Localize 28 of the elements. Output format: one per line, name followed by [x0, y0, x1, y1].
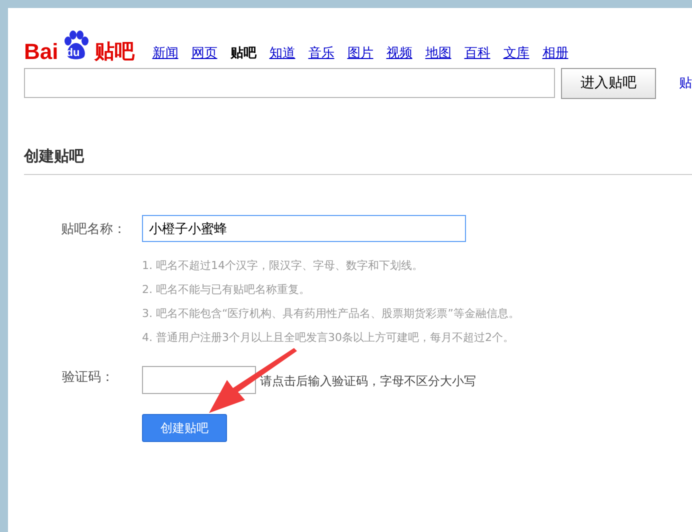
nav-link[interactable]: 音乐: [308, 44, 334, 62]
logo-text: 贴吧: [94, 40, 134, 64]
section-title: 创建贴吧: [24, 147, 692, 175]
captcha-hint: 请点击后输入验证码，字母不区分大小写: [260, 373, 476, 390]
enter-button[interactable]: 进入贴吧: [561, 68, 656, 98]
logo-badge-text: du: [66, 47, 80, 59]
nav-link[interactable]: 贴吧: [230, 44, 256, 62]
rule-text: 3. 吧名不能包含“医疗机构、具有药用性产品名、股票期货彩票”等金融信息。: [142, 306, 520, 322]
create-button[interactable]: 创建贴吧: [142, 414, 227, 442]
nav-link[interactable]: 相册: [542, 44, 568, 62]
name-input[interactable]: 小橙子小蜜蜂: [142, 215, 466, 242]
captcha-input[interactable]: [142, 366, 256, 394]
nav-link[interactable]: 文库: [503, 44, 530, 62]
nav-link[interactable]: 百科: [464, 44, 490, 62]
search-input[interactable]: [24, 68, 556, 98]
nav-link[interactable]: 图片: [347, 44, 374, 62]
logo-text: Bai: [24, 40, 58, 64]
rule-text: 1. 吧名不超过14个汉字，限汉字、字母、数字和下划线。: [142, 258, 424, 274]
nav-link[interactable]: 地图: [425, 44, 452, 62]
nav-link[interactable]: 知道: [269, 44, 296, 62]
rule-text: 2. 吧名不能与已有贴吧名称重复。: [142, 282, 311, 298]
rule-text: 4. 普通用户注册3个月以上且全吧发言30条以上方可建吧，每月不超过2个。: [142, 330, 515, 346]
nav-link[interactable]: 网页: [191, 44, 218, 62]
side-link[interactable]: 贴: [679, 74, 692, 92]
nav-link[interactable]: 新闻: [152, 44, 178, 62]
field-label: 验证码：: [61, 369, 115, 386]
field-label: 贴吧名称：: [60, 220, 126, 238]
nav-link[interactable]: 视频: [386, 44, 412, 62]
